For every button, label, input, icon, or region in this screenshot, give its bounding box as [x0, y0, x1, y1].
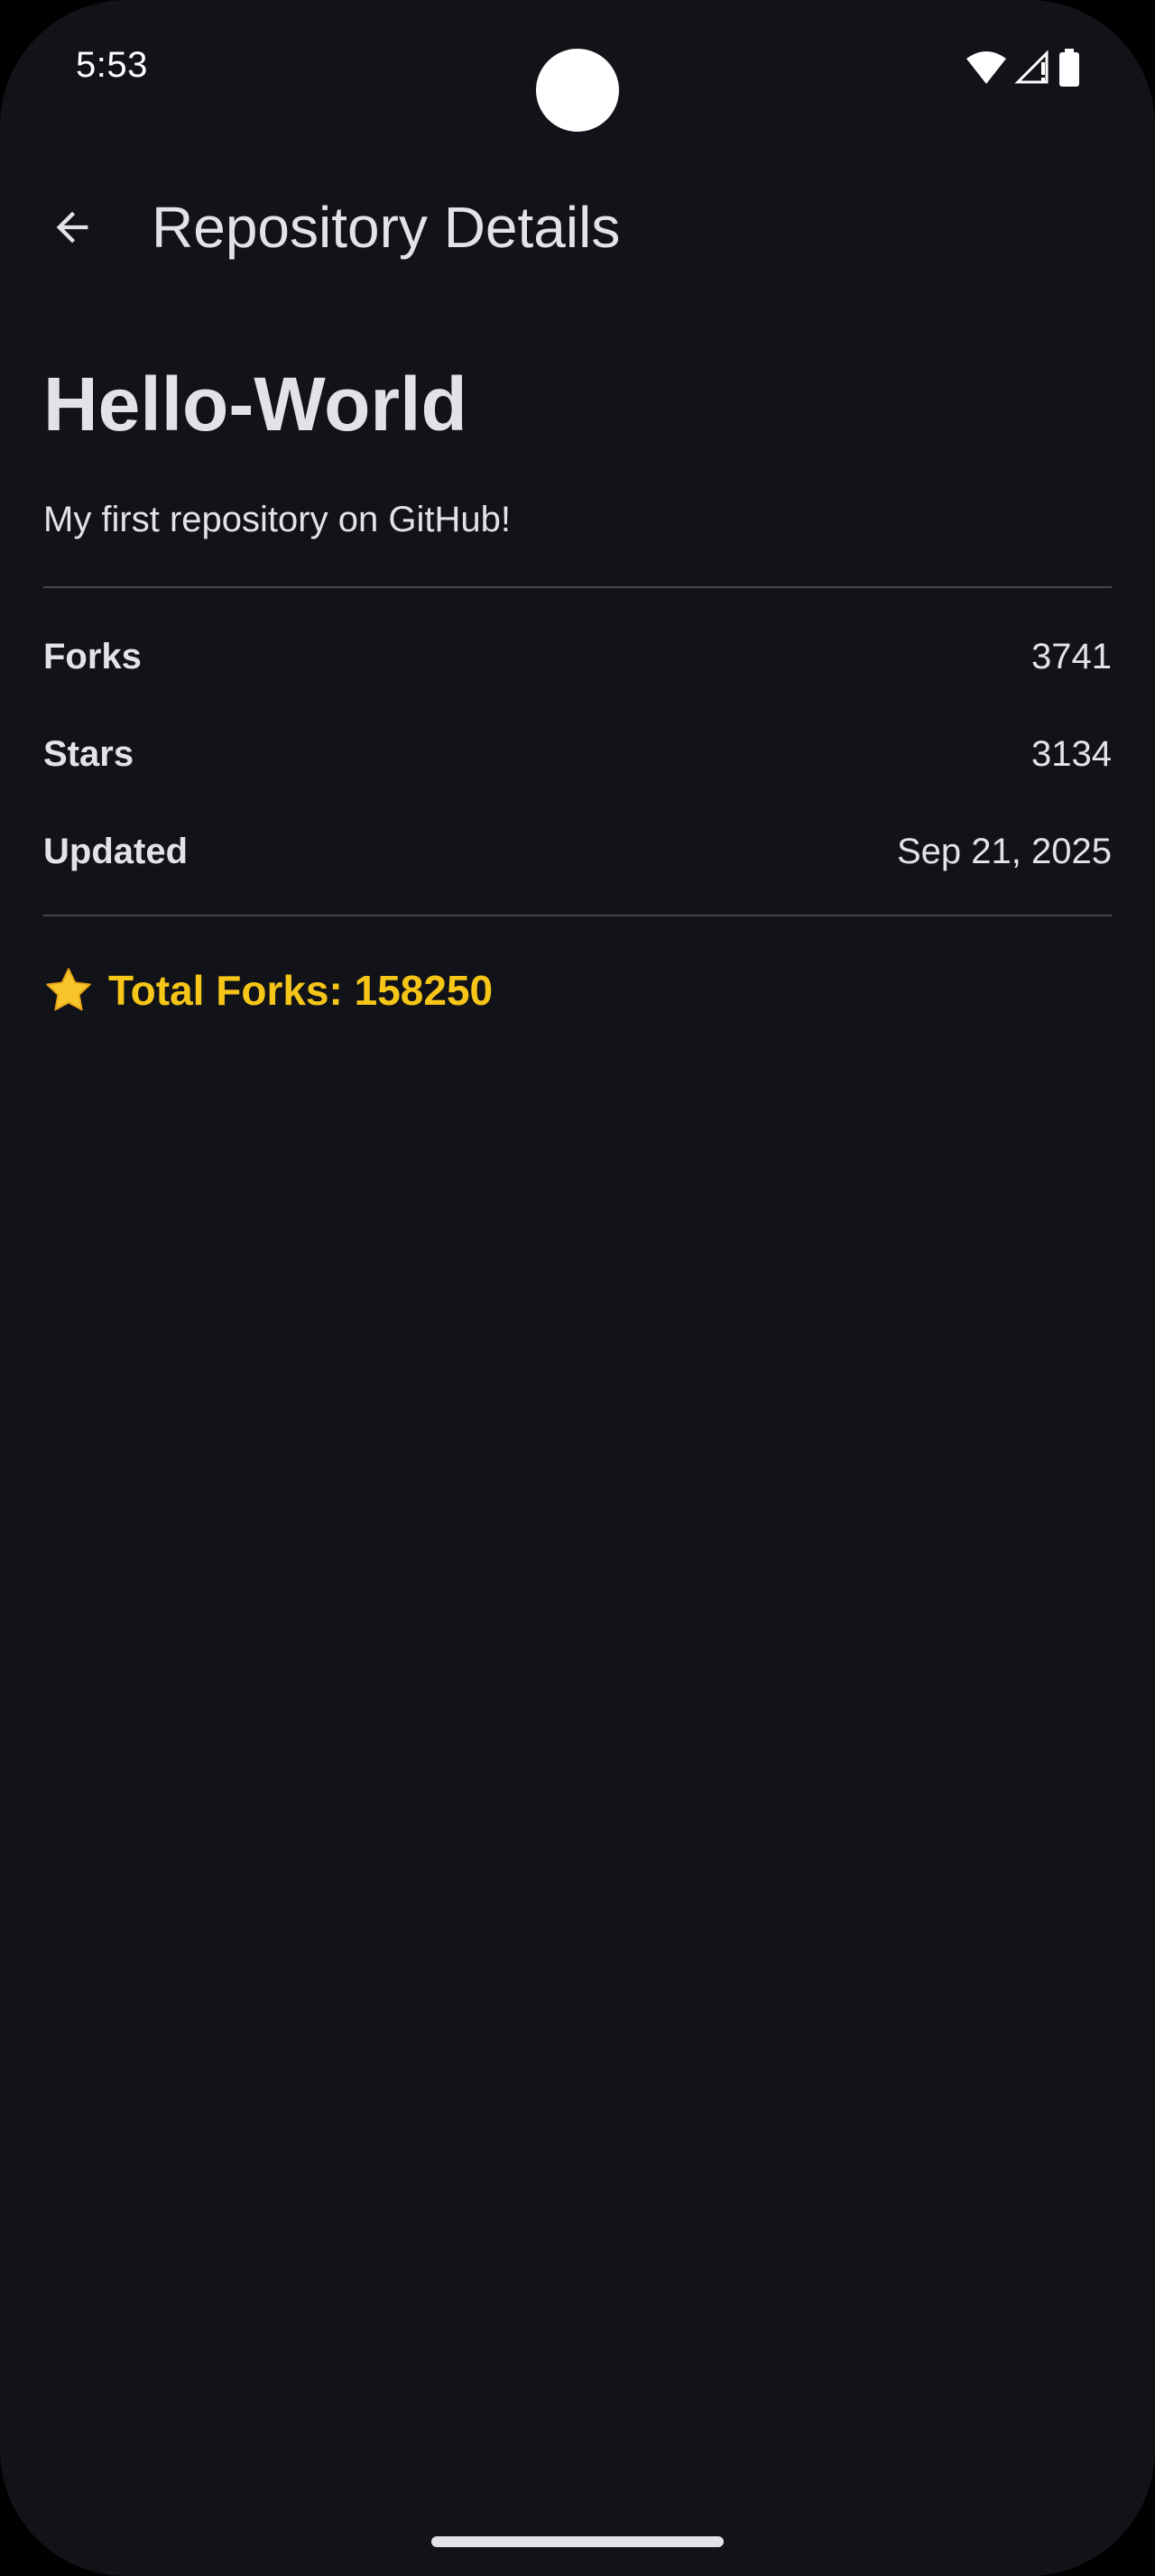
stat-value: Sep 21, 2025: [897, 831, 1112, 871]
stat-row-stars: Stars 3134: [43, 729, 1112, 779]
page-title: Repository Details: [152, 195, 621, 260]
stat-label: Forks: [43, 636, 142, 676]
total-forks-row: Total Forks: 158250: [43, 963, 1112, 1017]
back-button[interactable]: [27, 182, 117, 272]
battery-icon: [1058, 49, 1081, 87]
stat-label: Stars: [43, 733, 134, 774]
top-app-bar: Repository Details: [0, 171, 1155, 283]
stat-label: Updated: [43, 831, 188, 871]
total-forks-text: Total Forks: 158250: [108, 967, 494, 1014]
signal-icon: [1014, 50, 1050, 86]
phone-screen: 5:53 Repository Details Hello-World My f…: [0, 0, 1155, 2576]
stat-row-forks: Forks 3741: [43, 631, 1112, 682]
star-icon: [46, 968, 91, 1011]
repository-details: Hello-World My first repository on GitHu…: [43, 350, 1112, 1017]
stat-value: 3134: [1031, 733, 1112, 774]
stat-row-updated: Updated Sep 21, 2025: [43, 826, 1112, 877]
status-bar: 5:53: [0, 0, 1155, 135]
stat-value: 3741: [1031, 636, 1112, 676]
repository-name: Hello-World: [43, 362, 467, 446]
divider: [43, 915, 1112, 916]
wifi-icon: [966, 50, 1007, 86]
stats-list: Forks 3741 Stars 3134 Updated Sep 21, 20…: [43, 588, 1112, 877]
status-icons: [966, 49, 1081, 87]
arrow-back-icon: [56, 211, 88, 244]
camera-cutout: [536, 49, 619, 132]
gesture-navigation-bar[interactable]: [431, 2536, 724, 2547]
status-time: 5:53: [76, 45, 148, 85]
repository-description: My first repository on GitHub!: [43, 500, 511, 539]
